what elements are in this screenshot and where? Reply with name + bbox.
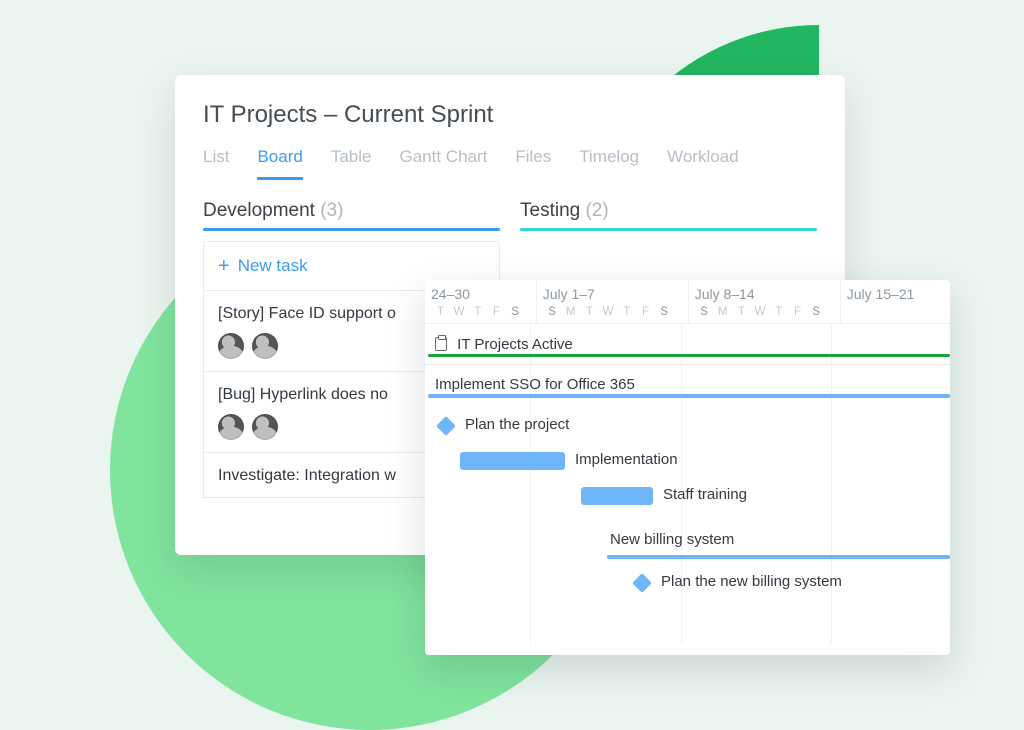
day-label: T	[617, 306, 636, 323]
day-label: T	[431, 306, 450, 323]
milestone-icon[interactable]	[632, 573, 652, 593]
week-label: July 15–21	[847, 286, 944, 302]
avatar[interactable]	[252, 333, 278, 359]
gantt-bar[interactable]	[607, 555, 950, 559]
avatar[interactable]	[218, 414, 244, 440]
day-label: S	[655, 306, 674, 323]
day-label: W	[450, 306, 469, 323]
day-label: W	[751, 306, 770, 323]
column-title: Testing	[520, 200, 580, 221]
gantt-bar[interactable]	[581, 487, 653, 505]
gantt-row-label[interactable]: IT Projects Active	[435, 336, 573, 353]
tab-files[interactable]: Files	[515, 147, 551, 179]
day-label: T	[468, 306, 487, 323]
day-label: T	[580, 306, 599, 323]
day-label: M	[713, 306, 732, 323]
tab-workload[interactable]: Workload	[667, 147, 739, 179]
gantt-row-label[interactable]: Implement SSO for Office 365	[435, 376, 635, 393]
day-label: S	[807, 306, 826, 323]
column-underline	[520, 228, 817, 231]
day-label: S	[695, 306, 714, 323]
plus-icon: +	[218, 256, 230, 276]
week-label: 24–30	[431, 286, 530, 302]
avatar[interactable]	[252, 414, 278, 440]
gantt-task-label[interactable]: Staff training	[663, 486, 747, 503]
gantt-separator	[425, 364, 950, 365]
column-title: Development	[203, 200, 315, 221]
column-count: (2)	[585, 200, 608, 221]
day-label: S	[506, 306, 525, 323]
new-task-label: New task	[238, 256, 308, 276]
gantt-bar[interactable]	[428, 394, 950, 398]
gantt-header: 24–30 T W T F S July 1–7 S M T W T F	[425, 280, 950, 324]
tab-timelog[interactable]: Timelog	[579, 147, 639, 179]
gantt-body: IT Projects Active Implement SSO for Off…	[425, 324, 950, 644]
gantt-bar[interactable]	[460, 452, 565, 470]
day-label: F	[487, 306, 506, 323]
gantt-row-label[interactable]: New billing system	[610, 531, 734, 548]
gantt-task-label[interactable]: Plan the new billing system	[661, 573, 842, 590]
gantt-task-label[interactable]: Plan the project	[465, 416, 569, 433]
day-label: F	[788, 306, 807, 323]
column-underline	[203, 228, 500, 231]
milestone-icon[interactable]	[436, 416, 456, 436]
week-label: July 8–14	[695, 286, 834, 302]
gantt-bar[interactable]	[428, 354, 950, 357]
day-label: T	[732, 306, 751, 323]
day-label: S	[543, 306, 562, 323]
day-label: F	[636, 306, 655, 323]
gantt-task-label[interactable]: Implementation	[575, 451, 678, 468]
tab-board[interactable]: Board	[257, 147, 302, 180]
day-label: M	[561, 306, 580, 323]
page-title: IT Projects – Current Sprint	[203, 101, 817, 129]
column-count: (3)	[320, 200, 343, 221]
tab-table[interactable]: Table	[331, 147, 372, 179]
week-label: July 1–7	[543, 286, 682, 302]
view-tabs: List Board Table Gantt Chart Files Timel…	[203, 147, 817, 180]
day-label: W	[599, 306, 618, 323]
avatar[interactable]	[218, 333, 244, 359]
gantt-card: 24–30 T W T F S July 1–7 S M T W T F	[425, 280, 950, 655]
clipboard-icon	[435, 337, 447, 351]
tab-list[interactable]: List	[203, 147, 229, 179]
day-label: T	[769, 306, 788, 323]
tab-gantt[interactable]: Gantt Chart	[399, 147, 487, 179]
